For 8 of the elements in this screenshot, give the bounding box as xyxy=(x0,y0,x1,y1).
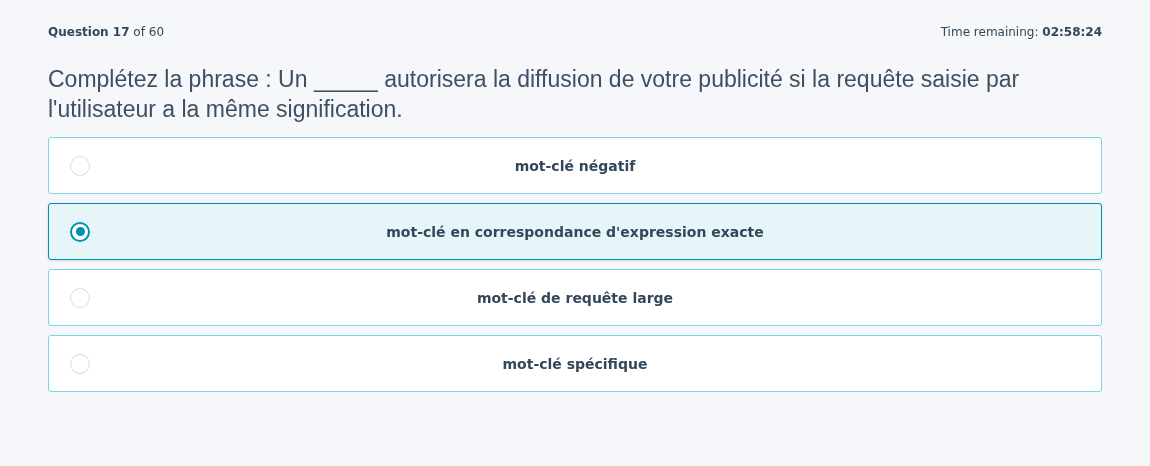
answer-option[interactable]: mot-clé de requête large xyxy=(48,269,1102,326)
answer-option[interactable]: mot-clé négatif xyxy=(48,137,1102,194)
time-remaining: Time remaining: 02:58:24 xyxy=(940,25,1102,39)
answer-option[interactable]: mot-clé en correspondance d'expression exacte xyxy=(48,203,1102,260)
question-text: Complétez la phrase : Un _____ autorisera la diffusion de votre publicité si la requête saisie par l'utilisateur a la même signification. xyxy=(48,65,1021,124)
answer-option[interactable]: mot-clé spécifique xyxy=(48,335,1102,392)
question-counter: Question 17 of 60 xyxy=(48,25,164,39)
radio-button[interactable] xyxy=(70,221,90,242)
